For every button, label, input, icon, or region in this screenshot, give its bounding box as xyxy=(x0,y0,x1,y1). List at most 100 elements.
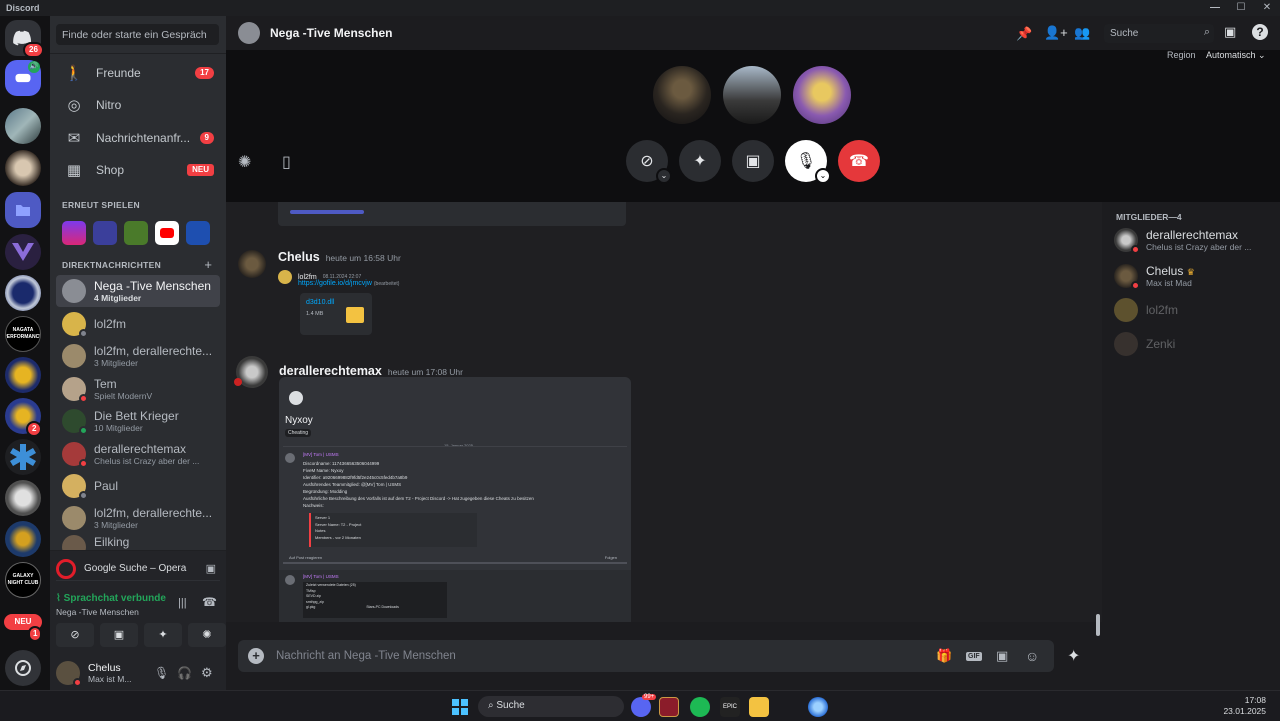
minimize-button[interactable]: — xyxy=(1202,0,1228,16)
screen-share-button[interactable]: ▣ xyxy=(732,140,774,182)
dm-item-paul[interactable]: Paul xyxy=(56,470,220,502)
server-icon-galaxy[interactable]: GALAXY NIGHT CLUB xyxy=(5,562,41,598)
activities-button[interactable]: ✦ xyxy=(144,623,182,647)
inbox-icon[interactable]: ▣ xyxy=(1224,24,1236,40)
server-icon-nagata[interactable]: NAGATA PERFORMANCE xyxy=(5,316,41,352)
close-window-button[interactable]: ✕ xyxy=(1254,0,1280,16)
file-attachment[interactable]: d3d10.dll 1.4 MB xyxy=(300,293,372,335)
app-taskbar-icon[interactable] xyxy=(808,697,828,717)
windows-start-icon[interactable] xyxy=(452,699,468,715)
dm-item-group[interactable]: lol2fm, derallerechte... 3 Mitglieder xyxy=(56,340,220,372)
voice-channel-name[interactable]: Nega -Tive Menschen xyxy=(56,607,139,617)
user-avatar[interactable] xyxy=(56,661,82,687)
apps-icon[interactable]: ✦ xyxy=(1067,646,1080,666)
discover-button[interactable] xyxy=(5,650,41,686)
nav-message-requests[interactable]: ✉ Nachrichtenanfr... 9 xyxy=(56,123,220,153)
game-icon[interactable] xyxy=(93,221,117,245)
message-author[interactable]: derallerechtemax xyxy=(279,364,382,378)
spotify-taskbar-icon[interactable] xyxy=(690,697,710,717)
gift-icon[interactable]: 🎁 xyxy=(936,648,952,664)
nav-shop[interactable]: ▦ Shop NEU xyxy=(56,155,220,185)
screen-share-icon[interactable]: ▣ xyxy=(206,562,216,575)
gif-button[interactable]: GIF xyxy=(966,651,982,661)
screenshot-attachment[interactable]: Nyxoy Cheating 15. Januar 2025 [MV] Tom … xyxy=(279,377,631,622)
find-conversation-input[interactable]: Finde oder starte ein Gespräch xyxy=(56,24,219,45)
microphone-button[interactable]: 🎙 ⌄ xyxy=(785,140,831,184)
channel-title[interactable]: Nega -Tive Menschen xyxy=(270,26,392,40)
author-avatar[interactable] xyxy=(234,356,268,388)
dm-item-derallerechtemax[interactable]: derallerechtemax Chelus ist Crazy aber de… xyxy=(56,438,220,470)
activities-button[interactable]: ✦ xyxy=(679,140,721,182)
pin-icon[interactable]: 📌 xyxy=(1016,26,1032,42)
game-icon[interactable] xyxy=(62,221,86,245)
author-avatar[interactable] xyxy=(238,250,266,278)
server-icon[interactable] xyxy=(5,275,41,311)
add-attachment-button[interactable]: + xyxy=(248,648,264,664)
sticker-icon[interactable]: ▣ xyxy=(996,648,1008,664)
message-input[interactable]: Nachricht an Nega -Tive Menschen xyxy=(276,650,456,662)
soundboard-button[interactable]: ✺ xyxy=(188,623,226,647)
game-icon[interactable] xyxy=(186,221,210,245)
message-composer[interactable]: + Nachricht an Nega -Tive Menschen 🎁 GIF… xyxy=(238,640,1054,672)
server-icon[interactable] xyxy=(5,439,41,475)
call-participant-avatar[interactable] xyxy=(723,66,781,124)
dm-item-bett-krieger[interactable]: Die Bett Krieger 10 Mitglieder xyxy=(56,405,220,437)
maximize-button[interactable]: ☐ xyxy=(1228,0,1254,16)
add-member-icon[interactable]: 👤+ xyxy=(1044,25,1068,41)
share-screen-button[interactable]: ▣ xyxy=(100,623,138,647)
call-participant-avatar[interactable] xyxy=(653,66,711,124)
activity-row[interactable]: Google Suche – Opera ▣ xyxy=(56,557,220,581)
add-dm-button[interactable]: + xyxy=(204,257,212,272)
region-select[interactable]: Automatisch ⌄ xyxy=(1206,50,1266,61)
dm-item-lol2fm[interactable]: lol2fm xyxy=(56,308,220,340)
message-timestamp: heute um 16:58 Uhr xyxy=(325,253,401,263)
header-search-input[interactable]: Suche ⌕ xyxy=(1104,24,1214,43)
settings-gear-icon[interactable]: ⚙ xyxy=(201,665,213,681)
message-author[interactable]: Chelus xyxy=(278,250,320,264)
dm-item-nega-tive[interactable]: Nega -Tive Menschen 4 Mitglieder xyxy=(56,275,220,307)
server-icon[interactable] xyxy=(5,234,41,270)
opera-taskbar-icon[interactable] xyxy=(659,697,679,717)
noise-suppression-icon[interactable]: ||| xyxy=(178,597,187,609)
nav-friends[interactable]: 🚶 Freunde 17 xyxy=(56,58,220,88)
member-item[interactable]: Chelus ♛ Max ist Mad xyxy=(1114,264,1274,290)
clock[interactable]: 17:08 23.01.2025 xyxy=(1223,695,1266,717)
help-icon[interactable]: ? xyxy=(1252,24,1268,40)
server-icon[interactable] xyxy=(5,521,41,557)
server-icon[interactable] xyxy=(5,150,41,186)
chevron-down-icon[interactable]: ⌄ xyxy=(656,168,672,184)
soundboard-icon[interactable]: ✺ xyxy=(238,152,251,172)
chevron-down-icon[interactable]: ⌄ xyxy=(815,168,831,184)
member-item[interactable]: Zenki xyxy=(1114,332,1274,356)
server-icon[interactable] xyxy=(5,108,41,144)
server-icon[interactable] xyxy=(5,357,41,393)
end-call-button[interactable]: ☎ xyxy=(838,140,880,182)
camera-toggle-button[interactable]: ⊘ ⌄ xyxy=(626,140,672,184)
dm-item-tem[interactable]: Tem Spielt ModernV xyxy=(56,373,220,405)
member-item[interactable]: derallerechtemax Chelus ist Crazy aber de… xyxy=(1114,228,1274,254)
folder-icon[interactable] xyxy=(5,192,41,228)
nav-nitro[interactable]: ◎ Nitro xyxy=(56,90,220,120)
server-icon[interactable] xyxy=(5,480,41,516)
epic-games-taskbar-icon[interactable]: EPIC xyxy=(720,697,740,717)
mic-icon[interactable]: 🎙 xyxy=(154,666,169,680)
camera-off-button[interactable]: ⊘ xyxy=(56,623,94,647)
dm-item-group-2[interactable]: lol2fm, derallerechte... 3 Mitglieder xyxy=(56,502,220,534)
device-icon[interactable]: ▯ xyxy=(282,152,291,172)
members-icon[interactable]: 👥 xyxy=(1074,25,1090,41)
call-participant-avatar[interactable] xyxy=(793,66,851,124)
headphones-icon[interactable]: 🎧 xyxy=(177,666,192,680)
taskbar-search[interactable]: ⌕ Suche xyxy=(478,696,624,717)
dm-item-eilking[interactable]: Eilking xyxy=(56,535,220,551)
avatar xyxy=(62,312,88,338)
emoji-icon[interactable]: ☺ xyxy=(1025,648,1039,664)
game-icon[interactable] xyxy=(124,221,148,245)
discord-taskbar-icon[interactable] xyxy=(631,697,651,717)
member-item[interactable]: lol2fm xyxy=(1114,298,1274,322)
file-explorer-taskbar-icon[interactable] xyxy=(749,697,769,717)
disconnect-icon[interactable]: ☎ xyxy=(202,595,217,609)
download-link[interactable]: https://gofile.io/d/jmcvjw (bearbeitet) xyxy=(298,280,578,287)
youtube-icon[interactable] xyxy=(155,221,179,245)
message-list: Chelus heute um 16:58 Uhr lol2fm 08.11.20… xyxy=(226,202,1102,622)
chat-scrollbar[interactable] xyxy=(1096,614,1100,636)
